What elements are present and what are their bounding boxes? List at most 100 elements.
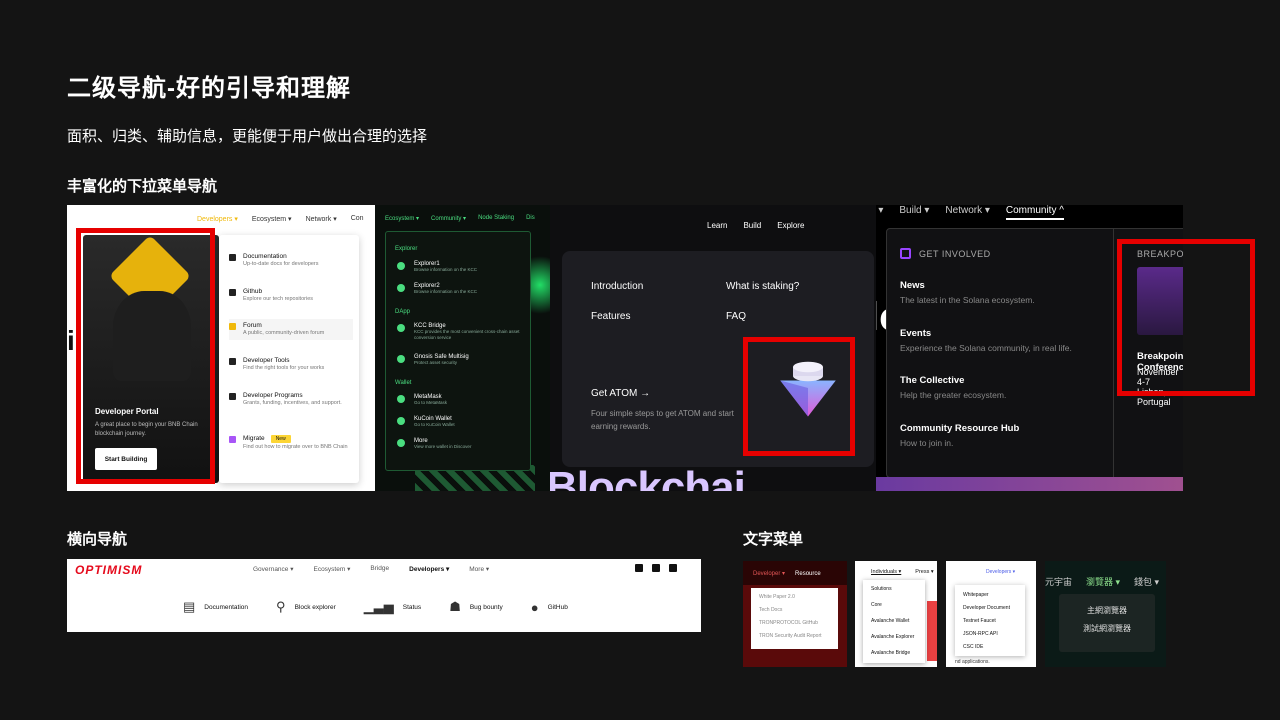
link-github[interactable]: ● GitHub (531, 599, 568, 615)
microscope-icon: ⚲ (276, 599, 286, 614)
nav-learn[interactable]: n ▾ (876, 205, 883, 220)
menu-item[interactable]: Developer Document (963, 605, 1025, 611)
menu-item[interactable]: CSC IDE (963, 644, 1025, 650)
developer-menu: White Paper 2.0 Tech Docs TRONPROTOCOL G… (751, 588, 838, 649)
nav-metaverse[interactable]: 元宇宙 (1045, 575, 1072, 588)
item-desc: Browse information on the KCC (414, 267, 478, 272)
nav-build[interactable]: Build ▾ (899, 205, 929, 220)
link-what-is-staking[interactable]: What is staking? (726, 281, 799, 292)
nav-wallet[interactable]: 錢包 ▾ (1134, 575, 1159, 588)
link-features[interactable]: Features (591, 311, 630, 322)
nav-ecosystem[interactable]: Ecosystem ▾ (252, 215, 292, 223)
nav-community[interactable]: Con (351, 215, 364, 223)
new-badge: New (270, 435, 291, 443)
menu-item[interactable]: 測試網瀏覽器 (1059, 623, 1155, 634)
nav-community[interactable]: Community ▾ (431, 215, 466, 222)
chinese-text-menu: 元宇宙 瀏覽器 ▾ 錢包 ▾ 主網瀏覽器 測試網瀏覽器 (1045, 561, 1166, 667)
nav-community[interactable]: Community ^ (1005, 205, 1064, 220)
nav-explore[interactable]: Explore (777, 221, 804, 230)
bridge-icon (397, 324, 405, 332)
twitch-icon[interactable] (669, 564, 677, 572)
nav-learn[interactable]: Learn (707, 221, 727, 230)
twitter-icon[interactable] (635, 564, 643, 572)
item-title: Forum (243, 322, 262, 329)
nav-developers[interactable]: Developers ▾ (197, 215, 238, 223)
discord-icon[interactable] (652, 564, 660, 572)
menu-item-developer-tools[interactable]: Developer Tools Find the right tools for … (229, 357, 353, 372)
nav-developers[interactable]: Developers ▾ (409, 565, 449, 573)
menu-item[interactable]: TRON Security Audit Report (759, 633, 838, 639)
menu-item[interactable]: JSON-RPC API (963, 631, 1025, 637)
nav-browser[interactable]: 瀏覽器 ▾ (1086, 575, 1120, 588)
nav-resource[interactable]: Resource (795, 571, 821, 577)
item-title: Documentation (243, 253, 287, 260)
nav-more[interactable]: More ▾ (469, 565, 489, 573)
document-icon (229, 254, 236, 261)
optimism-logo[interactable]: OPTIMISM (75, 563, 142, 577)
menu-item[interactable]: Solutions (871, 586, 925, 596)
nav-bridge[interactable]: Bridge (370, 565, 389, 573)
link-faq[interactable]: FAQ (726, 311, 746, 322)
menu-item[interactable]: Whitepaper (963, 592, 1025, 598)
menu-item-kcc-bridge[interactable]: KCC Bridge KCC provides the most convenie… (397, 323, 524, 341)
get-atom-link[interactable]: Get ATOM → (591, 388, 650, 399)
link-bug-bounty[interactable]: ☗ Bug bounty (449, 599, 503, 615)
link-documentation[interactable]: ▤ Documentation (183, 599, 248, 615)
nav-developer[interactable]: Developer ▾ (753, 571, 785, 577)
menu-item[interactable]: 主網瀏覽器 (1059, 605, 1155, 616)
item-desc: Find out how to migrate over to BNB Chai… (243, 444, 348, 450)
developers-menu: Whitepaper Developer Document Testnet Fa… (955, 585, 1025, 656)
menu-item-collective[interactable]: The Collective Help the greater ecosystem… (900, 375, 1006, 400)
bnb-nav: Developers ▾ Ecosystem ▾ Network ▾ Con (197, 215, 364, 223)
menu-item[interactable]: Core (871, 602, 925, 612)
optimism-horizontal-nav: OPTIMISM Governance ▾ Ecosystem ▾ Bridge… (67, 559, 701, 632)
menu-item-news[interactable]: News The latest in the Solana ecosystem. (900, 280, 1035, 305)
nav-ecosystem[interactable]: Ecosystem ▾ (385, 215, 419, 222)
nav-node-staking[interactable]: Node Staking (478, 215, 514, 222)
nav-build[interactable]: Build (743, 221, 761, 230)
menu-item-migrate[interactable]: Migrate New Find out how to migrate over t… (229, 435, 353, 451)
menu-item-explorer2[interactable]: Explorer2 Browse information on the KCC (397, 283, 524, 295)
menu-item-metamask[interactable]: MetaMask Go to MetaMask (397, 394, 524, 406)
social-links (635, 564, 677, 572)
menu-item-documentation[interactable]: Documentation Up-to-date docs for develop… (229, 253, 353, 268)
group-wallet: Wallet (395, 380, 412, 386)
menu-item-forum[interactable]: Forum A public, community-driven forum (229, 319, 353, 340)
menu-item-kucoin-wallet[interactable]: KuCoin Wallet Go to KuCoin Wallet (397, 416, 524, 428)
menu-item-gnosis-safe[interactable]: Gnosis Safe Multisig Protect asset securi… (397, 354, 524, 366)
menu-item[interactable]: White Paper 2.0 (759, 594, 838, 600)
menu-item[interactable]: Testnet Faucet (963, 618, 1025, 624)
nav-press[interactable]: Press ▾ (915, 569, 933, 575)
menu-item[interactable]: Avalanche Bridge (871, 650, 925, 660)
item-desc: View more wallet in Discover (414, 444, 472, 449)
nav-discover[interactable]: Dis (526, 215, 535, 222)
explorer-icon (397, 284, 405, 292)
cosmos-nav: Learn Build Explore (707, 221, 804, 230)
tools-icon (229, 358, 236, 365)
menu-item-explorer1[interactable]: Explorer1 Browse information on the KCC (397, 261, 524, 273)
menu-item-more[interactable]: More View more wallet in Discover (397, 438, 524, 450)
menu-item-developer-programs[interactable]: Developer Programs Grants, funding, incen… (229, 392, 353, 407)
nav-developers[interactable]: Developers ▾ (986, 569, 1015, 575)
nav-governance[interactable]: Governance ▾ (253, 565, 293, 573)
menu-item[interactable]: Tech Docs (759, 607, 838, 613)
menu-item[interactable]: Avalanche Explorer (871, 634, 925, 644)
github-icon (229, 289, 236, 296)
menu-item-events[interactable]: Events Experience the Solana community, i… (900, 328, 1072, 353)
menu-item-resource-hub[interactable]: Community Resource Hub How to join in. (900, 423, 1019, 448)
item-desc: Up-to-date docs for developers (243, 261, 319, 267)
link-block-explorer[interactable]: ⚲ Block explorer (276, 599, 336, 615)
highlight-box (76, 228, 215, 484)
page-title: 二级导航-好的引导和理解 (67, 75, 351, 102)
menu-item[interactable]: Avalanche Wallet (871, 618, 925, 628)
link-status[interactable]: ▁▃▅ Status (364, 599, 421, 615)
menu-item[interactable]: TRONPROTOCOL GitHub (759, 620, 838, 626)
menu-item-github[interactable]: Github Explore our tech repositories (229, 288, 353, 303)
item-title: Developer Tools (243, 357, 290, 364)
nav-network[interactable]: Network ▾ (945, 205, 989, 220)
link-introduction[interactable]: Introduction (591, 281, 643, 292)
nav-ecosystem[interactable]: Ecosystem ▾ (313, 565, 350, 573)
nav-network[interactable]: Network ▾ (306, 215, 337, 223)
nav-individuals[interactable]: Individuals ▾ (871, 569, 901, 575)
item-desc: Go to KuCoin Wallet (414, 422, 455, 427)
